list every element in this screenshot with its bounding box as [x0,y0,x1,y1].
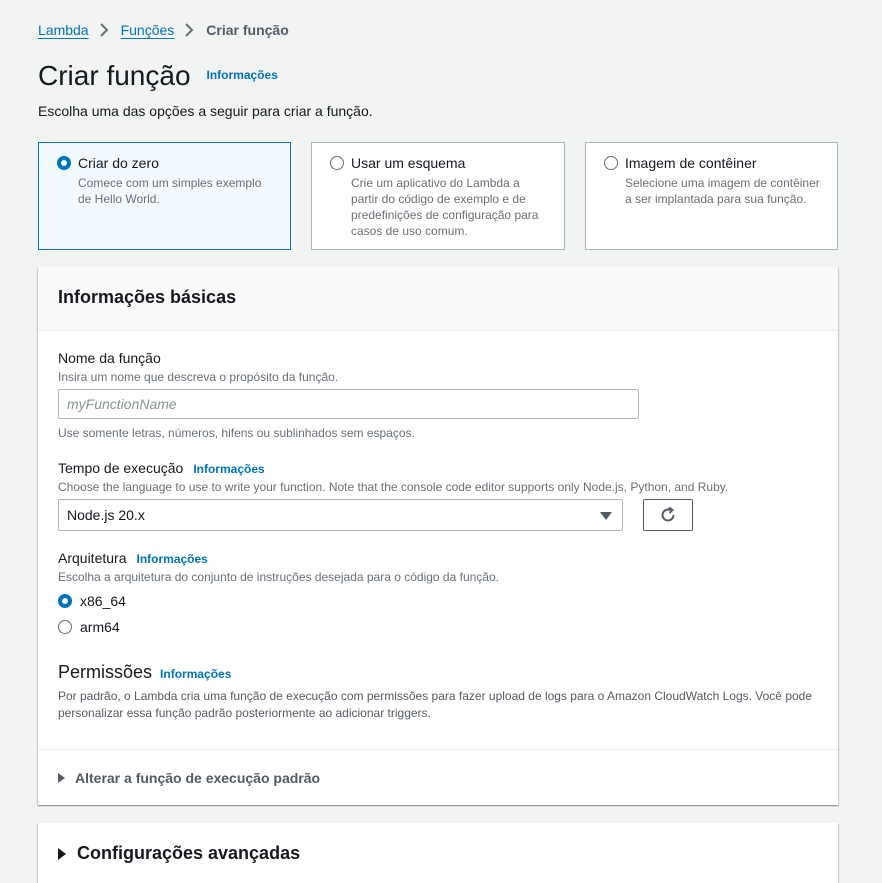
caret-right-icon [58,773,65,783]
permissions-header: Permissões Informações [58,662,231,683]
option-description-line: Selecione uma imagem de contêiner [625,176,820,190]
breadcrumb: Lambda Funções Criar função [38,20,289,40]
permissions-title: Permissões [58,662,153,682]
creation-options: Criar do zero Comece com um simples exem… [38,142,838,250]
change-execution-role-expander[interactable]: Alterar a função de execução padrão [58,770,320,786]
option-title: Usar um esquema [351,155,466,171]
permissions-info-link[interactable]: Informações [160,667,231,681]
option-description-line: Crie um aplicativo do Lambda a [351,176,520,190]
option-description: Comece com um simples exemplo de Hello W… [78,175,261,207]
architecture-option-x86_64[interactable]: x86_64 [58,593,126,609]
function-name-constraint: Use somente letras, números, hifens ou s… [58,426,415,440]
runtime-select[interactable]: Node.js 20.x [58,499,623,531]
divider [38,749,838,750]
advanced-settings-panel: Configurações avançadas [38,823,838,883]
chevron-right-icon [99,23,109,37]
panel-header: Informações básicas [38,267,838,331]
runtime-label: Tempo de execução [58,460,184,476]
page-info-link[interactable]: Informações [207,68,278,82]
function-name-label: Nome da função [58,350,161,366]
runtime-selected-value: Node.js 20.x [67,507,145,523]
radio-label: arm64 [80,619,120,635]
radio-author-from-scratch[interactable] [57,156,71,170]
option-description-line: casos de uso comum. [351,224,468,238]
runtime-label-row: Tempo de execução Informações [58,460,265,476]
expander-label: Alterar a função de execução padrão [75,770,321,786]
page-description: Escolha uma das opções a seguir para cri… [38,103,373,119]
refresh-runtime-button[interactable] [643,499,693,531]
chevron-right-icon [185,23,194,37]
runtime-info-link[interactable]: Informações [193,462,264,476]
option-title: Imagem de contêiner [625,155,757,171]
radio-container-image[interactable] [604,156,618,170]
architecture-description: Escolha a arquitetura do conjunto de ins… [58,570,499,584]
option-title: Criar do zero [78,155,159,171]
permissions-description: Por padrão, o Lambda cria uma função de … [58,688,828,722]
architecture-label: Arquitetura [58,550,127,566]
option-description-line: partir do código de exemplo e de [351,192,526,206]
radio-label: x86_64 [80,593,126,609]
page-header: Criar função Informações [38,60,278,92]
runtime-description: Choose the language to use to write your… [58,480,729,494]
permissions-description-line: Por padrão, o Lambda cria uma função de … [58,689,813,703]
option-container-image[interactable]: Imagem de contêiner Selecione uma imagem… [585,142,838,250]
function-name-description: Insira um nome que descreva o propósito … [58,370,339,384]
permissions-description-line: personalizar essa função padrão posterio… [58,706,431,720]
architecture-label-row: Arquitetura Informações [58,550,208,566]
option-description: Crie um aplicativo do Lambda a partir do… [351,175,538,239]
option-description-line: predefinições de configuração para [351,208,539,222]
refresh-icon [661,506,675,522]
breadcrumb-lambda-link[interactable]: Lambda [38,22,89,38]
page-title: Criar função [38,60,191,91]
option-description-line: de Hello World. [78,192,160,206]
breadcrumb-functions-link[interactable]: Funções [121,22,175,38]
option-author-from-scratch[interactable]: Criar do zero Comece com um simples exem… [38,142,291,250]
function-name-input[interactable] [58,389,639,419]
option-description-line: a ser implantada para sua função. [625,192,807,206]
caret-down-icon [600,512,612,520]
option-description: Selecione uma imagem de contêiner a ser … [625,175,820,207]
radio-use-blueprint[interactable] [330,156,344,170]
radio-arm64[interactable] [58,620,72,634]
option-description-line: Comece com um simples exemplo [78,176,262,190]
option-use-blueprint[interactable]: Usar um esquema Crie um aplicativo do La… [311,142,565,250]
basic-info-panel: Informações básicas Nome da função Insir… [38,267,838,805]
breadcrumb-current: Criar função [206,22,289,38]
architecture-option-arm64[interactable]: arm64 [58,619,120,635]
panel-title: Informações básicas [58,287,237,307]
radio-x86_64[interactable] [58,594,72,608]
architecture-info-link[interactable]: Informações [136,552,207,566]
caret-right-icon [58,847,66,860]
